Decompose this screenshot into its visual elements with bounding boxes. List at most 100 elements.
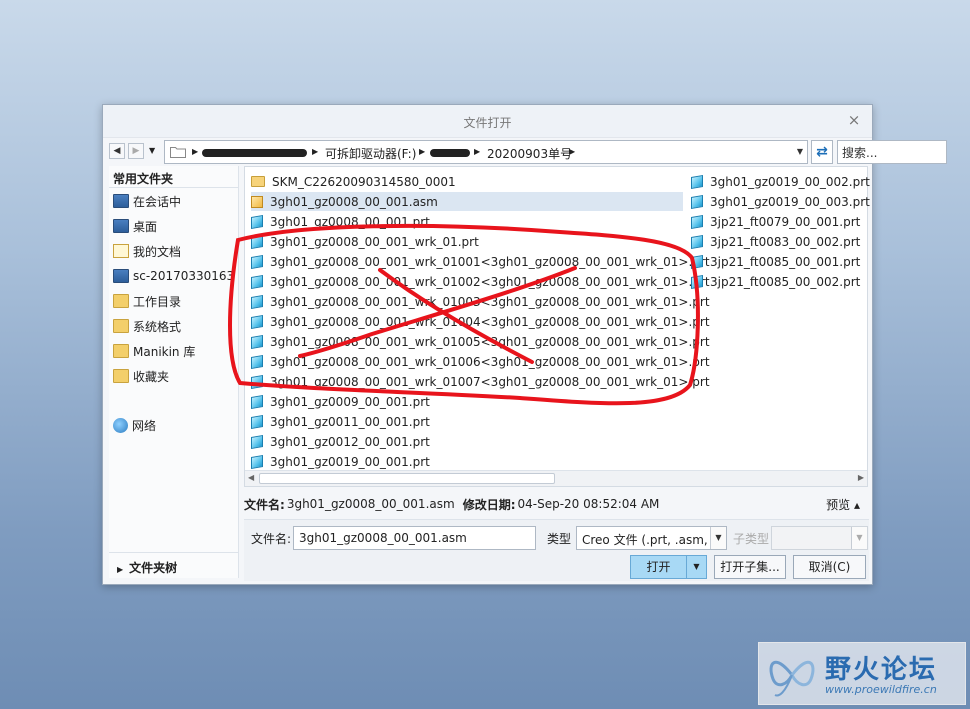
open-button[interactable]: 打开 ▼ <box>630 555 707 579</box>
breadcrumb-separator-icon[interactable]: ▶ <box>474 147 480 156</box>
sidebar-item-manikin-library[interactable]: Manikin 库 <box>113 341 235 361</box>
file-name: 3gh01_gz0008_00_001_wrk_01007<3gh01_gz00… <box>270 374 710 389</box>
path-bar[interactable]: ▶ ▶ 可拆卸驱动器(F:) ▶ ▶ 20200903单号 ▶ ▼ <box>164 140 808 164</box>
file-list-item[interactable]: 3gh01_gz0008_00_001_wrk_01.prt <box>251 232 479 251</box>
favorites-icon <box>113 369 129 383</box>
back-arrow-icon[interactable]: ◀ <box>109 143 125 159</box>
part-file-icon <box>691 174 703 189</box>
file-list-item[interactable]: 3gh01_gz0019_00_001.prt <box>251 452 430 471</box>
file-name: 3gh01_gz0008_00_001_wrk_01006<3gh01_gz00… <box>270 354 710 369</box>
type-select[interactable]: Creo 文件 (.prt, .asm, ▼ <box>576 526 727 550</box>
sidebar-item-my-documents[interactable]: 我的文档 <box>113 241 235 261</box>
file-list-item[interactable]: 3jp21_ft0083_00_002.prt <box>691 232 860 251</box>
part-file-icon <box>251 234 263 249</box>
navigation-bar: ◀ ▶ ▼ ▶ ▶ 可拆卸驱动器(F:) ▶ ▶ 20200903单号 ▶ ▼ … <box>109 140 947 164</box>
sidebar-item-label: 网络 <box>132 418 157 433</box>
breadcrumb-drive[interactable]: 可拆卸驱动器(F:) <box>325 145 416 162</box>
sidebar-item-favorites[interactable]: 收藏夹 <box>113 366 235 386</box>
file-list-item[interactable]: 3gh01_gz0008_00_001_wrk_01001<3gh01_gz00… <box>251 252 710 271</box>
breadcrumb-folder[interactable]: 20200903单号 <box>487 145 572 162</box>
file-list-item[interactable]: SKM_C22620090314580_0001 <box>251 172 456 191</box>
folder-tree-toggle[interactable]: ▶ 文件夹树 <box>109 552 239 578</box>
preview-toggle[interactable]: 预览 ▴ <box>826 496 860 513</box>
file-open-dialog: 文件打开 × ◀ ▶ ▼ ▶ ▶ 可拆卸驱动器(F:) ▶ ▶ 20200903… <box>102 104 947 585</box>
file-list-item[interactable]: 3gh01_gz0008_00_001.prt <box>251 212 430 231</box>
file-list-item[interactable]: 3jp21_ft0085_00_001.prt <box>691 252 860 271</box>
filename-input[interactable]: 3gh01_gz0008_00_001.asm <box>293 526 536 550</box>
file-list-item[interactable]: 3jp21_ft0085_00_002.prt <box>691 272 860 291</box>
sidebar-item-system-format[interactable]: 系统格式 <box>113 316 235 336</box>
close-icon[interactable]: × <box>846 112 862 128</box>
folder-icon <box>170 147 186 158</box>
part-file-icon <box>691 194 703 209</box>
file-list-item[interactable]: 3jp21_ft0079_00_001.prt <box>691 212 860 231</box>
chevron-down-icon[interactable]: ▼ <box>710 527 726 549</box>
part-file-icon <box>251 374 263 389</box>
file-list-item[interactable]: 3gh01_gz0012_00_001.prt <box>251 432 430 451</box>
breadcrumb-separator-icon[interactable]: ▶ <box>312 147 318 156</box>
sidebar-item-working-directory[interactable]: 工作目录 <box>113 291 235 311</box>
sidebar-item-in-session[interactable]: 在会话中 <box>113 191 235 211</box>
part-file-icon <box>251 254 263 269</box>
sidebar-item-computer[interactable]: sc-20170330163 <box>113 266 235 286</box>
part-file-icon <box>691 274 703 289</box>
sidebar-item-label: Manikin 库 <box>133 344 196 359</box>
type-select-value: Creo 文件 (.prt, .asm, <box>582 533 708 547</box>
watermark-title: 野火论坛 <box>825 655 938 685</box>
chevron-down-icon[interactable]: ▼ <box>851 527 867 549</box>
open-options-chevron-icon[interactable]: ▼ <box>686 556 706 578</box>
open-subset-button[interactable]: 打开子集... <box>714 555 786 579</box>
file-list-item[interactable]: 3gh01_gz0008_00_001_wrk_01006<3gh01_gz00… <box>251 352 710 371</box>
file-list-item[interactable]: 3gh01_gz0008_00_001_wrk_01004<3gh01_gz00… <box>251 312 710 331</box>
sidebar-item-network[interactable]: 网络 <box>113 415 235 435</box>
file-name: 3gh01_gz0008_00_001.prt <box>270 214 430 229</box>
monitor-icon <box>113 194 129 208</box>
search-input[interactable]: 搜索... <box>837 140 947 164</box>
cancel-button[interactable]: 取消(C) <box>793 555 866 579</box>
breadcrumb-separator-icon[interactable]: ▶ <box>569 147 575 156</box>
part-file-icon <box>251 214 263 229</box>
scrollbar-thumb[interactable] <box>259 473 555 484</box>
part-file-icon <box>251 314 263 329</box>
file-name: 3gh01_gz0019_00_003.prt <box>710 194 870 209</box>
sidebar-item-desktop[interactable]: 桌面 <box>113 216 235 236</box>
part-file-icon <box>251 394 263 409</box>
file-list-item[interactable]: 3gh01_gz0008_00_001_wrk_01005<3gh01_gz00… <box>251 332 710 351</box>
horizontal-scrollbar[interactable]: ◀ ▶ <box>245 470 867 486</box>
common-folders-sidebar: 常用文件夹 在会话中 桌面 我的文档 sc-20170330163 工作目录 系… <box>109 166 239 578</box>
breadcrumb-separator-icon[interactable]: ▶ <box>192 147 198 156</box>
scroll-right-icon[interactable]: ▶ <box>858 473 864 482</box>
part-file-icon <box>691 254 703 269</box>
history-dropdown-icon[interactable]: ▼ <box>149 146 155 155</box>
file-list-item[interactable]: 3gh01_gz0019_00_003.prt <box>691 192 870 211</box>
file-list-item[interactable]: 3gh01_gz0008_00_001.asm <box>251 192 683 211</box>
type-label: 类型 <box>547 532 572 546</box>
file-list-item[interactable]: 3gh01_gz0008_00_001_wrk_01007<3gh01_gz00… <box>251 372 710 391</box>
subtype-select[interactable]: ▼ <box>771 526 868 550</box>
file-list-item[interactable]: 3gh01_gz0009_00_001.prt <box>251 392 430 411</box>
sidebar-item-label: sc-20170330163 <box>133 269 235 283</box>
path-dropdown-icon[interactable]: ▼ <box>797 147 803 156</box>
system-format-folder-icon <box>113 319 129 333</box>
folder-tree-label: 文件夹树 <box>129 561 178 575</box>
file-list-item[interactable]: 3gh01_gz0019_00_002.prt <box>691 172 870 191</box>
desktop-icon <box>113 219 129 233</box>
forward-arrow-icon[interactable]: ▶ <box>128 143 144 159</box>
file-name: 3gh01_gz0009_00_001.prt <box>270 394 430 409</box>
file-list-item[interactable]: 3gh01_gz0008_00_001_wrk_01002<3gh01_gz00… <box>251 272 710 291</box>
file-list-item[interactable]: 3gh01_gz0008_00_001_wrk_01003<3gh01_gz00… <box>251 292 710 311</box>
documents-icon <box>113 244 129 258</box>
subtype-label: 子类型 <box>733 532 770 546</box>
title-bar: 文件打开 × <box>103 105 872 138</box>
part-file-icon <box>251 434 263 449</box>
scroll-left-icon[interactable]: ◀ <box>248 473 254 482</box>
file-list[interactable]: ◀ ▶ SKM_C22620090314580_0001 3gh01_gz0008… <box>244 166 870 487</box>
site-watermark: 野火论坛 www.proewildfire.cn <box>758 642 966 705</box>
file-name: 3jp21_ft0085_00_002.prt <box>710 274 861 289</box>
breadcrumb-separator-icon[interactable]: ▶ <box>419 147 425 156</box>
computer-icon <box>113 269 129 283</box>
file-list-item[interactable]: 3gh01_gz0011_00_001.prt <box>251 412 430 431</box>
refresh-icon[interactable]: ⇄ <box>811 140 833 164</box>
redacted-path-segment <box>202 149 307 157</box>
file-name: 3gh01_gz0008_00_001_wrk_01001<3gh01_gz00… <box>270 254 710 269</box>
